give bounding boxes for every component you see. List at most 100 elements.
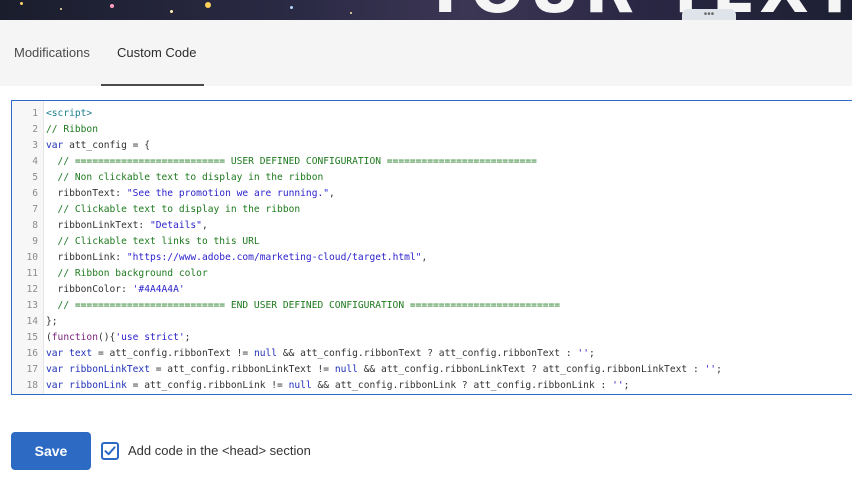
- code-line: 10 ribbonLink: "https://www.adobe.com/ma…: [12, 250, 852, 266]
- code-token: };: [46, 316, 58, 327]
- code-token: text: [69, 348, 93, 359]
- code-text: // Ribbon background color: [46, 266, 208, 282]
- code-token: = att_config.ribbonLinkText !=: [149, 364, 335, 375]
- code-token: '#4A4A4A': [132, 284, 185, 295]
- code-token: 'use strict': [115, 332, 185, 343]
- checkmark-icon: [104, 446, 116, 456]
- code-text: var text = att_config.ribbonText != null…: [46, 346, 595, 362]
- code-token: "See the promotion we are running.": [126, 188, 330, 199]
- tab-custom-code[interactable]: Custom Code: [117, 20, 196, 86]
- code-token: && att_config.ribbonLink ? att_config.ri…: [311, 380, 613, 391]
- code-text: var ribbonLink = att_config.ribbonLink !…: [46, 378, 629, 394]
- line-number: 3: [32, 140, 38, 151]
- code-line: 7 // Clickable text to display in the ri…: [12, 202, 852, 218]
- tab-modifications[interactable]: Modifications: [14, 20, 90, 86]
- code-line: 1 <script>: [12, 106, 852, 122]
- banner-sparkle: [350, 12, 352, 14]
- code-line: 14};: [12, 314, 852, 330]
- code-token: var: [46, 348, 64, 359]
- code-token: function: [51, 332, 98, 343]
- code-line: 8 ribbonLinkText: "Details",: [12, 218, 852, 234]
- code-token: ;: [588, 348, 595, 359]
- code-text: // ========================== USER DEFIN…: [46, 154, 537, 170]
- code-text: <script>: [46, 106, 92, 122]
- line-number: 8: [32, 220, 38, 231]
- banner-headline: YOUR TEXT: [422, 0, 852, 20]
- line-number: 2: [32, 124, 38, 135]
- code-token: att_config = {: [63, 140, 150, 151]
- code-token: = att_config.ribbonText !=: [92, 348, 254, 359]
- line-number: 14: [26, 316, 38, 327]
- code-line: 5 // Non clickable text to display in th…: [12, 170, 852, 186]
- code-token: null: [288, 380, 312, 391]
- line-number: 18: [26, 380, 38, 391]
- code-token: ;: [184, 332, 191, 343]
- line-number: 15: [26, 332, 38, 343]
- code-text: // Ribbon: [46, 122, 98, 138]
- code-token: && att_config.ribbonLinkText ? att_confi…: [357, 364, 705, 375]
- code-line: 3 var att_config = {: [12, 138, 852, 154]
- code-line: 16 var text = att_config.ribbonText != nu…: [12, 346, 852, 362]
- code-token: ,: [201, 220, 208, 231]
- code-token: var: [46, 364, 64, 375]
- banner-sparkle: [290, 6, 293, 9]
- code-line: 18 var ribbonLink = att_config.ribbonLink…: [12, 378, 852, 394]
- code-token: ribbonText:: [46, 188, 127, 199]
- code-token: var: [46, 380, 64, 391]
- line-number: 6: [32, 188, 38, 199]
- line-number: 16: [26, 348, 38, 359]
- code-text: (function(){'use strict';: [46, 330, 190, 346]
- code-line: 6 ribbonText: "See the promotion we are …: [12, 186, 852, 202]
- banner-sparkle: [110, 4, 114, 8]
- code-token: // Ribbon background color: [46, 268, 208, 279]
- line-number: 10: [26, 252, 38, 263]
- line-number: 4: [32, 156, 38, 167]
- code-token: && att_config.ribbonText ? att_config.ri…: [277, 348, 578, 359]
- code-line: 9 // Clickable text links to this URL: [12, 234, 852, 250]
- code-text: ribbonText: "See the promotion we are ru…: [46, 186, 335, 202]
- head-section-checkbox-label: Add code in the <head> section: [128, 443, 311, 458]
- line-number: 9: [32, 236, 38, 247]
- head-section-checkbox[interactable]: [101, 442, 119, 460]
- more-horizontal-icon[interactable]: •••: [682, 9, 736, 20]
- code-token: ribbonLink:: [46, 252, 127, 263]
- code-text: // Non clickable text to display in the …: [46, 170, 324, 186]
- tab-bar: Modifications Custom Code: [0, 20, 852, 86]
- line-number: 17: [26, 364, 38, 375]
- code-editor[interactable]: 1 <script> 2// Ribbon 3 var att_config = {4 …: [11, 100, 852, 395]
- code-token: ;: [716, 364, 722, 375]
- code-token: ,: [421, 252, 428, 263]
- code-text: };: [46, 314, 58, 330]
- code-token: ribbonLinkText:: [46, 220, 150, 231]
- save-button[interactable]: Save: [11, 432, 91, 470]
- code-text: // ========================== END USER D…: [46, 298, 561, 314]
- code-token: null: [253, 348, 278, 359]
- code-text: // Clickable text to display in the ribb…: [46, 202, 301, 218]
- line-number: 13: [26, 300, 38, 311]
- code-token: ribbonColor:: [46, 284, 133, 295]
- code-text: var att_config = {: [46, 138, 150, 154]
- code-token: ,: [329, 188, 335, 199]
- code-token: // Non clickable text to display in the …: [46, 172, 324, 183]
- code-token: // ========================== END USER D…: [46, 300, 561, 311]
- code-token: null: [334, 364, 358, 375]
- code-text: ribbonLink: "https://www.adobe.com/marke…: [46, 250, 428, 266]
- code-text: ribbonLinkText: "Details",: [46, 218, 208, 234]
- code-line: 2 // Ribbon: [12, 122, 852, 138]
- code-text: // Clickable text links to this URL: [46, 234, 260, 250]
- code-line: 4 // ========================== USER DEF…: [12, 154, 852, 170]
- code-line: 15 (function(){'use strict';: [12, 330, 852, 346]
- code-token: (){: [98, 332, 116, 343]
- code-token: "https://www.adobe.com/marketing-cloud/t…: [126, 252, 422, 263]
- line-number: 5: [32, 172, 38, 183]
- header-banner-image: YOUR TEXT •••: [0, 0, 852, 20]
- code-token: ribbonLinkText: [69, 364, 150, 375]
- code-token: '': [704, 364, 717, 375]
- line-number: 11: [26, 268, 38, 279]
- code-line: 13 // ========================== END USE…: [12, 298, 852, 314]
- code-token: '': [612, 380, 624, 391]
- code-text: var ribbonLinkText = att_config.ribbonLi…: [46, 362, 722, 378]
- code-token: ;: [623, 380, 630, 391]
- banner-sparkle: [60, 8, 62, 10]
- code-token: // Clickable text links to this URL: [46, 236, 260, 247]
